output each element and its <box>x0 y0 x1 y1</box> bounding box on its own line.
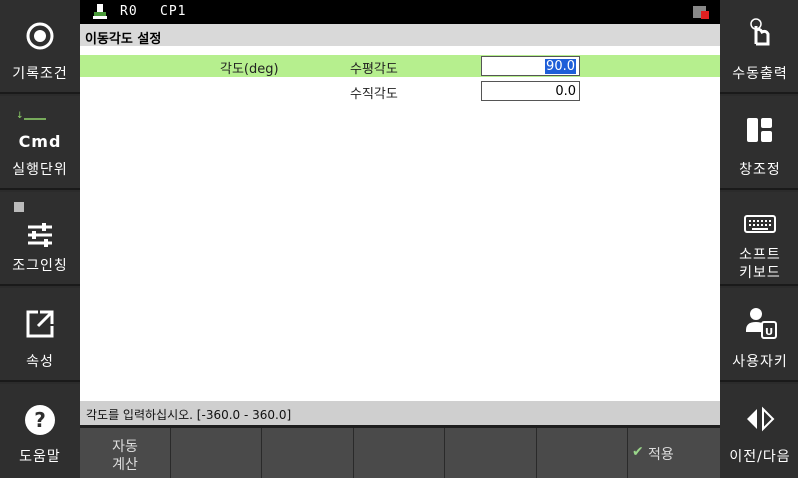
user-key-icon: U <box>746 308 777 339</box>
jog-inching-button[interactable]: 조그인칭 <box>0 192 80 286</box>
soft-keyboard-button[interactable]: 소프트 키보드 <box>720 192 798 286</box>
keyboard-label: 키보드 <box>739 265 781 281</box>
manual-output-button[interactable]: 수동출력 <box>720 0 798 94</box>
help-button[interactable]: ? 도움말 <box>0 384 80 478</box>
horizontal-angle-value: 90.0 <box>545 59 576 74</box>
vertical-angle-input[interactable]: 0.0 <box>481 81 580 101</box>
svg-text:?: ? <box>34 408 46 432</box>
soft-label: 소프트 <box>739 247 781 263</box>
left-sidebar: 기록조건 ↓ Cmd 실행단위 조그인칭 속성 ? 도움말 <box>0 0 80 478</box>
inching-indicator <box>14 202 24 212</box>
user-key-label: 사용자키 <box>732 354 788 370</box>
layout-icon <box>747 118 772 142</box>
angle-unit-label: 각도(deg) <box>220 62 279 77</box>
prev-next-label: 이전/다음 <box>729 449 791 465</box>
function-key-6[interactable] <box>537 428 628 478</box>
record-icon <box>26 22 54 50</box>
auto-calc-label-2: 계산 <box>112 457 138 473</box>
step-icon: ↓ <box>16 111 46 121</box>
execution-unit-label: 실행단위 <box>12 162 68 178</box>
horizontal-angle-input[interactable]: 90.0 <box>481 56 580 76</box>
record-condition-button[interactable]: 기록조건 <box>0 0 80 94</box>
touch-icon <box>750 18 770 46</box>
prev-next-button[interactable]: 이전/다음 <box>720 384 798 478</box>
controller-program: CP1 <box>160 4 187 19</box>
input-hint: 각도를 입력하십시오. [-360.0 - 360.0] <box>80 401 720 425</box>
sliders-icon <box>28 223 52 247</box>
right-sidebar: 수동출력 창조정 소프트 키보드 U 사용자키 이전/다음 <box>720 0 798 478</box>
vertical-angle-value: 0.0 <box>555 84 576 99</box>
function-key-5[interactable] <box>445 428 537 478</box>
window-adjust-button[interactable]: 창조정 <box>720 96 798 190</box>
check-icon: ✔ <box>632 444 644 460</box>
execution-unit-button[interactable]: ↓ Cmd 실행단위 <box>0 96 80 190</box>
svg-text:U: U <box>765 327 773 338</box>
robot-arm-icon <box>93 4 107 19</box>
properties-button[interactable]: 속성 <box>0 288 80 382</box>
function-key-4[interactable] <box>354 428 445 478</box>
user-key-button[interactable]: U 사용자키 <box>720 288 798 382</box>
function-key-3[interactable] <box>262 428 354 478</box>
horizontal-angle-row[interactable]: 각도(deg) 수평각도 90.0 <box>80 55 720 77</box>
angle-settings-panel: 각도(deg) 수평각도 90.0 수직각도 0.0 <box>80 46 720 401</box>
help-label: 도움말 <box>19 449 61 465</box>
vertical-angle-label: 수직각도 <box>350 87 398 102</box>
function-key-2[interactable] <box>171 428 262 478</box>
cmd-label: Cmd <box>18 132 62 151</box>
properties-label: 속성 <box>26 354 54 370</box>
status-bar: R0 CP1 <box>80 0 720 24</box>
help-icon: ? <box>25 405 55 435</box>
open-external-icon <box>26 310 54 338</box>
record-condition-label: 기록조건 <box>12 66 68 82</box>
page-title: 이동각도 설정 <box>80 24 720 47</box>
window-adjust-label: 창조정 <box>739 162 781 178</box>
vertical-angle-row[interactable]: 수직각도 0.0 <box>80 80 720 102</box>
robot-number: R0 <box>120 4 138 19</box>
horizontal-angle-label: 수평각도 <box>350 62 398 77</box>
manual-output-label: 수동출력 <box>732 66 788 82</box>
apply-label: 적용 <box>648 447 674 463</box>
apply-button[interactable]: ✔ 적용 <box>628 428 720 478</box>
auto-calc-button[interactable]: 자동 계산 <box>80 428 171 478</box>
prev-next-icon <box>747 406 775 432</box>
connection-status-icon <box>693 6 709 19</box>
function-key-bar: 자동 계산 ✔ 적용 <box>80 428 720 478</box>
svg-text:↓: ↓ <box>16 111 24 121</box>
keyboard-icon <box>744 215 776 233</box>
jog-inching-label: 조그인칭 <box>12 258 68 274</box>
auto-calc-label-1: 자동 <box>112 439 138 455</box>
